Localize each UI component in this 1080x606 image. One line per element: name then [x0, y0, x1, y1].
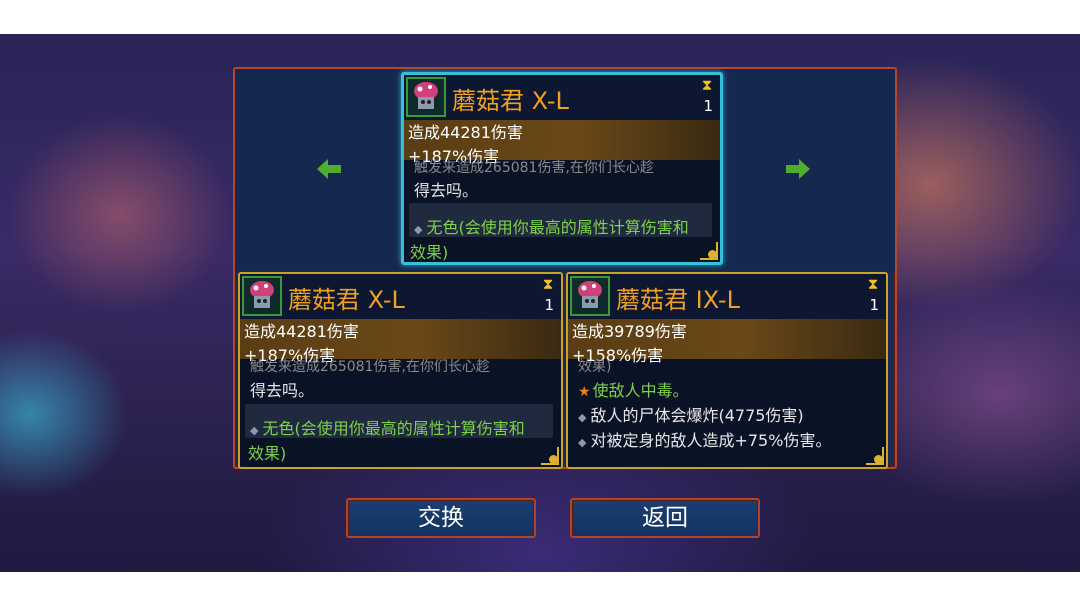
card-desc-line: 得去吗。	[250, 381, 315, 400]
card-name: 蘑菇君 IX-L	[616, 286, 740, 314]
game-area: 蘑菇君 X-L ⧗ 1 造成44281伤害 +187%伤害 触发来造成26508…	[0, 34, 1080, 572]
card-color-text: 无色(会使用你最高的属性计算伤害和	[262, 419, 525, 438]
card-stat-damage: 造成44281伤害	[408, 123, 523, 142]
diamond-bullet-icon: ◆	[578, 411, 587, 424]
stats-band: 造成39789伤害 +158%伤害	[568, 319, 886, 365]
card-desc-partial: 触发来造成265081伤害,在你们长心趁	[414, 160, 654, 176]
diamond-bullet-icon: ◆	[578, 436, 587, 449]
card-name: 蘑菇君 X-L	[452, 87, 569, 115]
card-header: 蘑菇君 X-L ⧗ 1	[240, 274, 561, 319]
card-top-selected[interactable]: 蘑菇君 X-L ⧗ 1 造成44281伤害 +187%伤害 触发来造成26508…	[401, 72, 723, 265]
card-poison-line: ★ 使敌人中毒。	[578, 377, 689, 401]
mushroom-monster-icon	[406, 77, 446, 117]
card-poison-text: 使敌人中毒。	[592, 381, 689, 400]
card-color-line: ◆ 无色(会使用你最高的属性计算伤害和	[414, 214, 689, 238]
card-color-line2: 效果)	[410, 243, 449, 262]
card-explode-line: ◆ 敌人的尸体会爆炸(4775伤害)	[578, 402, 804, 426]
stats-band: 造成44281伤害 +187%伤害	[404, 120, 720, 166]
card-fixed-text: 对被定身的敌人造成+75%伤害。	[590, 431, 832, 450]
card-count: 1	[544, 296, 554, 314]
gold-coin-icon	[874, 455, 883, 464]
card-stat-damage: 造成44281伤害	[244, 322, 359, 341]
card-desc-line: 得去吗。	[414, 181, 479, 200]
diamond-bullet-icon: ◆	[250, 424, 259, 437]
card-color-line: ◆ 无色(会使用你最高的属性计算伤害和	[250, 415, 525, 439]
swap-panel: 蘑菇君 X-L ⧗ 1 造成44281伤害 +187%伤害 触发来造成26508…	[233, 67, 897, 469]
card-name: 蘑菇君 X-L	[288, 286, 405, 314]
arrow-left-icon[interactable]	[317, 159, 341, 179]
gold-coin-icon	[708, 250, 717, 259]
card-bottom-right[interactable]: 蘑菇君 IX-L ⧗ 1 造成39789伤害 +158%伤害 效果) ★ 使敌人中…	[566, 272, 888, 469]
hourglass-icon: ⧗	[542, 275, 554, 293]
card-count: 1	[703, 97, 713, 115]
gold-coin-icon	[549, 455, 558, 464]
card-fixed-line: ◆ 对被定身的敌人造成+75%伤害。	[578, 427, 831, 451]
stats-band: 造成44281伤害 +187%伤害	[240, 319, 561, 365]
card-color-text: 无色(会使用你最高的属性计算伤害和	[426, 218, 689, 237]
card-header: 蘑菇君 IX-L ⧗ 1	[568, 274, 886, 319]
hourglass-icon: ⧗	[867, 275, 879, 293]
card-explode-text: 敌人的尸体会爆炸(4775伤害)	[590, 406, 804, 425]
mushroom-monster-icon	[570, 276, 610, 316]
star-icon: ★	[578, 384, 591, 400]
diamond-bullet-icon: ◆	[414, 223, 423, 236]
mushroom-monster-icon	[242, 276, 282, 316]
card-desc-partial: 效果)	[578, 359, 612, 375]
hourglass-icon: ⧗	[701, 76, 713, 94]
card-desc-partial: 触发来造成265081伤害,在你们长心趁	[250, 359, 490, 375]
card-stat-damage: 造成39789伤害	[572, 322, 687, 341]
card-header: 蘑菇君 X-L ⧗ 1	[404, 75, 720, 120]
card-color-line2: 效果)	[248, 444, 287, 463]
back-button[interactable]: 返回	[570, 498, 760, 538]
card-count: 1	[869, 296, 879, 314]
swap-button[interactable]: 交换	[346, 498, 536, 538]
card-bottom-left[interactable]: 蘑菇君 X-L ⧗ 1 造成44281伤害 +187%伤害 触发来造成26508…	[238, 272, 563, 469]
arrow-right-icon[interactable]	[786, 159, 810, 179]
